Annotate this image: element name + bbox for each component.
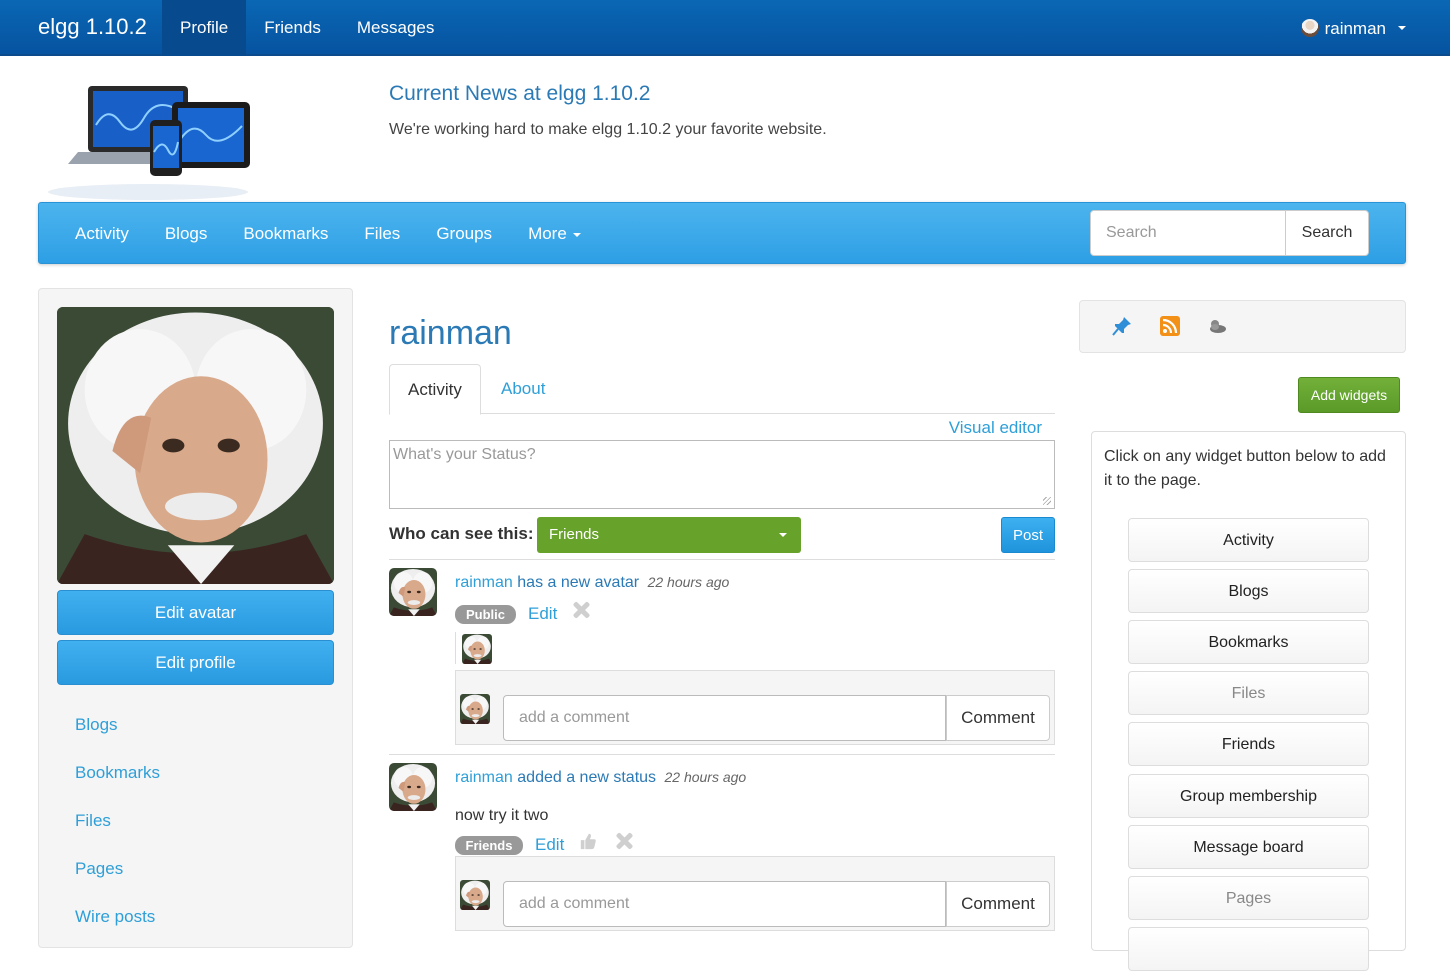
comment-input[interactable] <box>503 695 946 741</box>
search-input[interactable] <box>1090 210 1286 256</box>
menu-blogs[interactable]: Blogs <box>147 203 226 265</box>
widget-button-pages[interactable]: Pages <box>1128 876 1369 920</box>
rss-icon[interactable] <box>1160 316 1180 336</box>
divider <box>389 559 1055 560</box>
access-badge: Public <box>455 605 516 624</box>
sidebar-link-blogs[interactable]: Blogs <box>75 715 160 763</box>
weather-icon[interactable] <box>1207 316 1227 336</box>
sidebar-link-wire-posts[interactable]: Wire posts <box>75 907 160 955</box>
chevron-down-icon <box>1398 26 1406 30</box>
divider <box>389 754 1055 755</box>
sidebar-link-pages[interactable]: Pages <box>75 859 160 907</box>
tab-activity[interactable]: Activity <box>389 364 481 415</box>
news-title: Current News at elgg 1.10.2 <box>389 82 651 105</box>
search-button[interactable]: Search <box>1285 210 1369 256</box>
sidebar-link-files[interactable]: Files <box>75 811 160 859</box>
commenter-avatar <box>460 694 490 724</box>
access-badge: Friends <box>455 836 523 855</box>
commenter-avatar <box>460 880 490 910</box>
menu-more-label: More <box>528 224 567 243</box>
edit-profile-button[interactable]: Edit profile <box>57 640 334 685</box>
river-item: rainman has a new avatar 22 hours ago Pu… <box>389 568 1055 748</box>
topnav-profile[interactable]: Profile <box>162 0 247 56</box>
widget-help-text: Click on any widget button below to add … <box>1104 448 1386 489</box>
widget-picker: Click on any widget button below to add … <box>1091 431 1406 971</box>
add-widgets-button[interactable]: Add widgets <box>1298 377 1400 413</box>
menu-files[interactable]: Files <box>346 203 418 265</box>
menu-more[interactable]: More <box>510 203 599 265</box>
user-menu[interactable]: rainman <box>1300 0 1406 56</box>
river-user-link[interactable]: rainman <box>455 769 513 786</box>
sidebar-link-bookmarks[interactable]: Bookmarks <box>75 763 160 811</box>
comment-button[interactable]: Comment <box>946 695 1050 741</box>
river-timestamp: 22 hours ago <box>647 574 730 590</box>
tab-about[interactable]: About <box>483 364 563 414</box>
attachment-border <box>455 632 456 664</box>
comment-form: Comment <box>455 856 1055 931</box>
like-icon[interactable] <box>579 832 597 850</box>
chevron-down-icon <box>572 232 581 237</box>
access-label: Who can see this: <box>389 524 534 543</box>
profile-tabs: Activity About <box>389 364 1055 415</box>
widget-button-friends[interactable]: Friends <box>1128 722 1369 766</box>
chevron-down-icon <box>779 533 787 537</box>
site-menu-items: Activity Blogs Bookmarks Files Groups Mo… <box>57 203 599 265</box>
river-action: added a new status <box>517 769 657 786</box>
resize-grip-icon[interactable] <box>1043 497 1051 505</box>
widget-button-bookmarks[interactable]: Bookmarks <box>1128 620 1369 664</box>
status-input[interactable]: What's your Status? <box>389 440 1055 509</box>
access-select-value: Friends <box>549 526 600 543</box>
edit-link[interactable]: Edit <box>528 604 557 624</box>
news-subtitle: We're working hard to make elgg 1.10.2 y… <box>389 121 827 138</box>
widget-button-group-membership[interactable]: Group membership <box>1128 774 1369 818</box>
status-message: now try it two <box>455 807 549 824</box>
topnav-friends[interactable]: Friends <box>246 0 339 56</box>
river-summary: rainman has a new avatar 22 hours ago <box>455 574 729 592</box>
user-avatar-icon <box>1300 19 1319 37</box>
new-avatar-thumbnail[interactable] <box>462 634 492 664</box>
widget-button-files[interactable]: Files <box>1128 671 1369 715</box>
river-summary: rainman added a new status 22 hours ago <box>455 769 746 787</box>
river-user-link[interactable]: rainman <box>455 574 513 591</box>
devices-logo <box>48 86 250 200</box>
comment-input[interactable] <box>503 881 946 927</box>
site-menu: Activity Blogs Bookmarks Files Groups Mo… <box>38 202 1406 264</box>
visual-editor-toggle[interactable]: Visual editor <box>949 418 1042 438</box>
profile-sidebar: Edit avatar Edit profile Blogs Bookmarks… <box>38 288 353 948</box>
widget-button-activity[interactable]: Activity <box>1128 518 1369 562</box>
delete-icon[interactable] <box>572 601 590 619</box>
menu-activity[interactable]: Activity <box>57 203 147 265</box>
edit-avatar-button[interactable]: Edit avatar <box>57 590 334 635</box>
widget-button-message-board[interactable]: Message board <box>1128 825 1369 869</box>
post-button[interactable]: Post <box>1001 517 1055 553</box>
river-item: rainman added a new status 22 hours ago … <box>389 763 1055 938</box>
river-timestamp: 22 hours ago <box>664 769 747 785</box>
comment-form: Comment <box>455 670 1055 745</box>
user-avatar[interactable] <box>389 568 437 616</box>
page-title: rainman <box>389 314 512 352</box>
topnav-messages[interactable]: Messages <box>339 0 452 56</box>
top-nav: Profile Friends Messages <box>162 0 452 56</box>
extras-toolbar <box>1079 300 1406 353</box>
user-menu-name: rainman <box>1324 18 1386 38</box>
menu-groups[interactable]: Groups <box>418 203 510 265</box>
user-avatar[interactable] <box>389 763 437 811</box>
site-brand[interactable]: elgg 1.10.2 <box>38 14 147 40</box>
top-navbar: elgg 1.10.2 Profile Friends Messages rai… <box>0 0 1450 56</box>
widget-button-blogs[interactable]: Blogs <box>1128 569 1369 613</box>
edit-link[interactable]: Edit <box>535 835 564 855</box>
menu-bookmarks[interactable]: Bookmarks <box>225 203 346 265</box>
pin-icon[interactable] <box>1112 316 1132 336</box>
access-select[interactable]: Friends <box>537 517 801 553</box>
profile-photo <box>57 307 334 584</box>
delete-icon[interactable] <box>615 832 633 850</box>
owner-block-menu: Blogs Bookmarks Files Pages Wire posts <box>75 715 160 955</box>
comment-button[interactable]: Comment <box>946 881 1050 927</box>
river-action: has a new avatar <box>517 574 640 591</box>
widget-button-partial[interactable] <box>1128 927 1369 971</box>
